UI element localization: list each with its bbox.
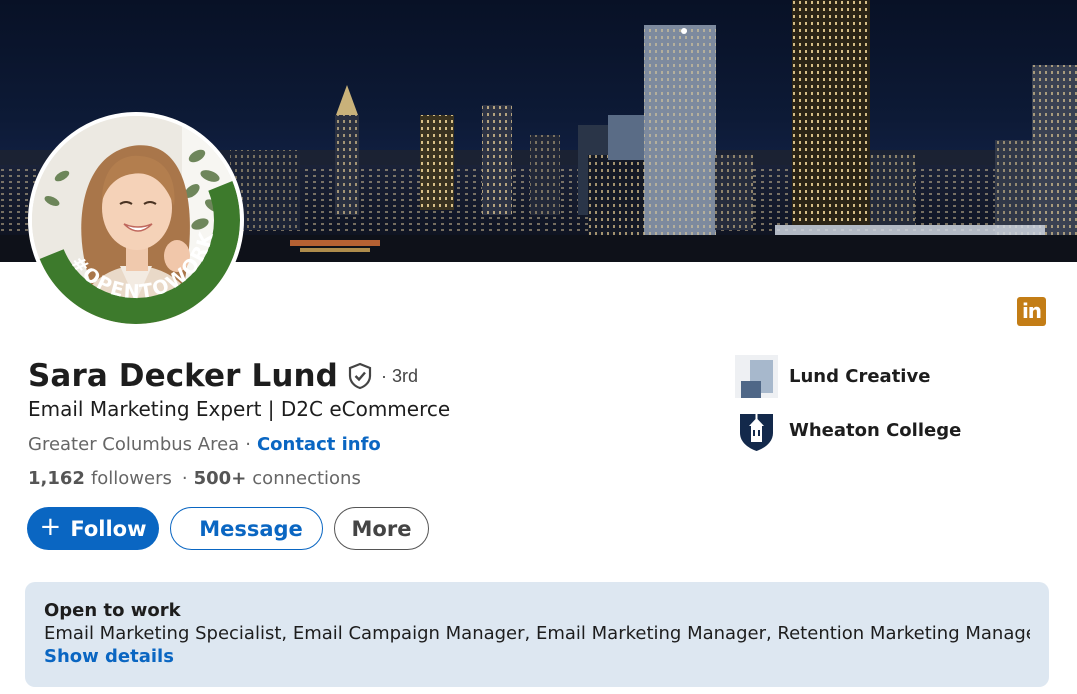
more-button[interactable]: More xyxy=(334,507,429,550)
network-stats: 1,162 followers · 500+ connections xyxy=(28,468,361,489)
company-name: Lund Creative xyxy=(789,366,931,387)
profile-actions: + Follow Message More xyxy=(27,507,429,550)
profile-photo: #OPENTOWORK xyxy=(32,116,240,324)
school-crest-logo xyxy=(735,409,778,452)
verified-shield-icon[interactable] xyxy=(347,362,373,390)
profile-headline: Email Marketing Expert | D2C eCommerce xyxy=(28,397,451,421)
profile-name: Sara Decker Lund xyxy=(28,358,338,394)
message-button-label: Message xyxy=(199,516,303,541)
connections-label[interactable]: connections xyxy=(252,468,361,489)
followers-count: 1,162 xyxy=(28,468,85,489)
plus-icon: + xyxy=(39,512,62,542)
show-details-link[interactable]: Show details xyxy=(44,646,1030,667)
open-to-work-frame: #OPENTOWORK xyxy=(39,181,240,324)
name-row: Sara Decker Lund · 3rd xyxy=(28,356,418,396)
connection-degree: · 3rd xyxy=(380,365,418,386)
current-company-link[interactable]: Lund Creative xyxy=(735,355,930,398)
school-name: Wheaton College xyxy=(789,420,962,441)
profile-page: #OPENTOWORK in Sara Decker Lund · 3rd Em… xyxy=(0,0,1077,694)
message-button[interactable]: Message xyxy=(170,507,323,550)
follow-button[interactable]: + Follow xyxy=(27,507,159,550)
profile-avatar[interactable]: #OPENTOWORK xyxy=(28,112,244,328)
company-logo xyxy=(735,355,778,398)
open-to-work-card[interactable]: Open to work Email Marketing Specialist,… xyxy=(25,582,1049,687)
separator-dot: · xyxy=(181,468,188,489)
followers-label: followers xyxy=(90,468,172,489)
separator-dot: · xyxy=(245,434,251,455)
contact-info-link[interactable]: Contact info xyxy=(257,434,381,455)
more-button-label: More xyxy=(351,516,412,541)
open-to-work-title: Open to work xyxy=(44,600,181,621)
education-link[interactable]: Wheaton College xyxy=(735,409,961,452)
location-row: Greater Columbus Area · Contact info xyxy=(28,434,381,455)
open-to-work-roles: Email Marketing Specialist, Email Campai… xyxy=(44,623,1030,644)
follow-button-label: Follow xyxy=(70,516,147,541)
linkedin-logo-icon: in xyxy=(1017,297,1046,326)
location-text: Greater Columbus Area xyxy=(28,434,240,455)
connections-count[interactable]: 500+ xyxy=(194,468,247,489)
